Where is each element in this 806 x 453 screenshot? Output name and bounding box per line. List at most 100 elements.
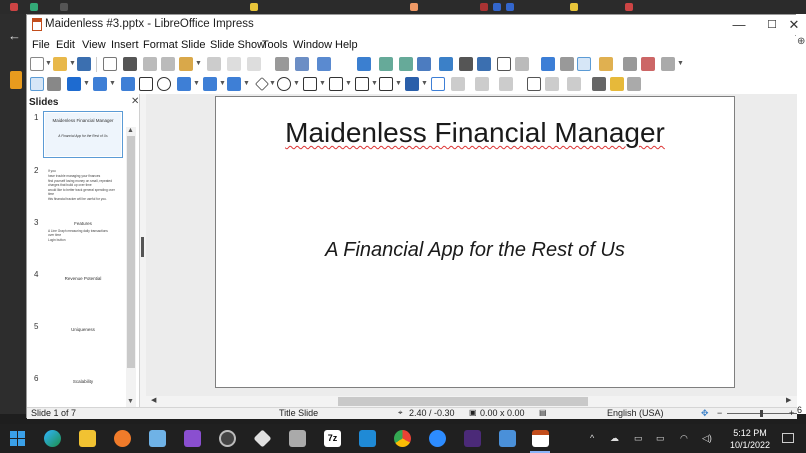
save-icon[interactable]: [77, 57, 91, 71]
menu-view[interactable]: View: [82, 39, 106, 51]
crop-icon[interactable]: [545, 77, 559, 91]
app-icon[interactable]: [464, 430, 481, 447]
3d-objects-icon[interactable]: [405, 77, 419, 91]
zoom-icon[interactable]: [429, 430, 446, 447]
header-footer-icon[interactable]: [599, 57, 613, 71]
scrollbar-thumb[interactable]: [338, 397, 588, 406]
slide-thumbnail[interactable]: If you have trouble managing your financ…: [43, 164, 123, 211]
redo-icon[interactable]: [247, 57, 261, 71]
display-views-icon[interactable]: [357, 57, 371, 71]
close-button[interactable]: ✕: [777, 15, 806, 35]
back-arrow-icon[interactable]: ←: [8, 28, 21, 43]
tab-favicon[interactable]: [30, 3, 38, 11]
points-icon[interactable]: [592, 77, 606, 91]
chevron-down-icon[interactable]: ▼: [345, 80, 352, 87]
print-icon[interactable]: [123, 57, 137, 71]
block-arrows-icon[interactable]: [303, 77, 317, 91]
delete-slide-icon[interactable]: [641, 57, 655, 71]
edge-browser-icon[interactable]: [44, 430, 61, 447]
visual-studio-icon[interactable]: [184, 430, 201, 447]
scrollbar-thumb[interactable]: [127, 136, 135, 368]
7zip-icon[interactable]: 7z: [324, 430, 341, 447]
undo-icon[interactable]: [227, 57, 241, 71]
impress-taskbar-icon[interactable]: [532, 430, 549, 447]
menu-tools[interactable]: Tools: [262, 39, 288, 51]
chevron-down-icon[interactable]: ▼: [421, 80, 428, 87]
menu-format[interactable]: Format: [143, 39, 178, 51]
image-icon[interactable]: [439, 57, 453, 71]
tab-favicon[interactable]: [506, 3, 514, 11]
vscode-icon[interactable]: [359, 430, 376, 447]
menu-slide[interactable]: Slide: [181, 39, 205, 51]
app-icon[interactable]: [149, 430, 166, 447]
chevron-down-icon[interactable]: ▼: [371, 80, 378, 87]
show-draw-functions-icon[interactable]: [577, 57, 591, 71]
chevron-down-icon[interactable]: ▼: [319, 80, 326, 87]
chevron-down-icon[interactable]: ▼: [69, 60, 76, 67]
chevron-down-icon[interactable]: ▼: [193, 80, 200, 87]
battery-icon[interactable]: ▭: [656, 433, 665, 444]
minimize-button[interactable]: —: [722, 15, 756, 35]
tab-favicon[interactable]: [10, 3, 18, 11]
chevron-down-icon[interactable]: ▼: [293, 80, 300, 87]
slide-thumbnail[interactable]: Revenue Potential: [43, 268, 123, 315]
app-icon[interactable]: [289, 430, 306, 447]
copy-icon[interactable]: [161, 57, 175, 71]
flowchart-icon[interactable]: [329, 77, 343, 91]
curve-icon[interactable]: [203, 77, 217, 91]
chevron-down-icon[interactable]: ▼: [677, 60, 684, 67]
smiley-icon[interactable]: [277, 77, 291, 91]
slide-title[interactable]: Maidenless Financial Manager: [285, 117, 665, 148]
menu-edit[interactable]: Edit: [56, 39, 75, 51]
star-icon[interactable]: [379, 77, 393, 91]
chevron-down-icon[interactable]: ▼: [243, 80, 250, 87]
slide-title-box[interactable]: Maidenless Financial Manager: [216, 117, 734, 149]
menu-slide-show[interactable]: Slide Show: [210, 39, 265, 51]
special-character-icon[interactable]: [515, 57, 529, 71]
rectangle-icon[interactable]: [139, 77, 153, 91]
chevron-down-icon[interactable]: ▼: [109, 80, 116, 87]
table-icon[interactable]: [417, 57, 431, 71]
fontwork-icon[interactable]: [541, 57, 555, 71]
new-icon[interactable]: [30, 57, 44, 71]
app-icon[interactable]: [253, 429, 272, 448]
close-pane-icon[interactable]: ✕: [131, 96, 139, 107]
open-folder-icon[interactable]: [53, 57, 67, 71]
slide-thumbnail[interactable]: Features A Line Graph measuring daily tr…: [43, 216, 123, 263]
duplicate-slide-icon[interactable]: [623, 57, 637, 71]
fill-color-icon[interactable]: [93, 77, 107, 91]
slide-thumbnail[interactable]: Scalability: [43, 372, 123, 402]
slide-canvas[interactable]: Maidenless Financial Manager A Financial…: [215, 96, 735, 388]
line-icon[interactable]: [121, 77, 135, 91]
zoom-pan-icon[interactable]: [47, 77, 61, 91]
menu-window[interactable]: Window: [293, 39, 332, 51]
line-color-icon[interactable]: [67, 77, 81, 91]
tray-overflow-icon[interactable]: ^: [590, 433, 594, 443]
onedrive-icon[interactable]: ☁: [610, 433, 619, 444]
tab-favicon[interactable]: [410, 3, 418, 11]
slides-pane-scrollbar[interactable]: ▲ ▼: [126, 127, 136, 407]
spelling-icon[interactable]: [295, 57, 309, 71]
callout-icon[interactable]: [355, 77, 369, 91]
wifi-icon[interactable]: ◠: [680, 433, 688, 444]
text-box-icon[interactable]: [497, 57, 511, 71]
slide-thumbnail-row[interactable]: 1 Maidenless Financial Manager A Financi…: [27, 111, 125, 161]
scroll-down-icon[interactable]: ▼: [127, 398, 134, 405]
zoom-in-button[interactable]: +: [789, 408, 794, 418]
slide-layout-icon[interactable]: [661, 57, 675, 71]
slide-subtitle[interactable]: A Financial App for the Rest of Us: [216, 239, 734, 262]
slide-thumbnail-row[interactable]: 4 Revenue Potential: [27, 268, 125, 318]
tab-favicon[interactable]: [250, 3, 258, 11]
chrome-icon[interactable]: [394, 430, 411, 447]
tab-favicon[interactable]: [480, 3, 488, 11]
align-icon[interactable]: [451, 77, 465, 91]
app-icon[interactable]: [219, 430, 236, 447]
media-icon[interactable]: [459, 57, 473, 71]
slide-thumbnail-row[interactable]: 3 Features A Line Graph measuring daily …: [27, 216, 125, 266]
clock[interactable]: 5:12 PM 10/1/2022: [727, 427, 773, 451]
notifications-icon[interactable]: [782, 433, 794, 443]
slide-thumbnail-row[interactable]: 2 If you have trouble managing your fina…: [27, 164, 125, 214]
fit-slide-icon[interactable]: ✥: [701, 408, 709, 419]
find-replace-icon[interactable]: [275, 57, 289, 71]
chevron-down-icon[interactable]: ▼: [195, 60, 202, 67]
